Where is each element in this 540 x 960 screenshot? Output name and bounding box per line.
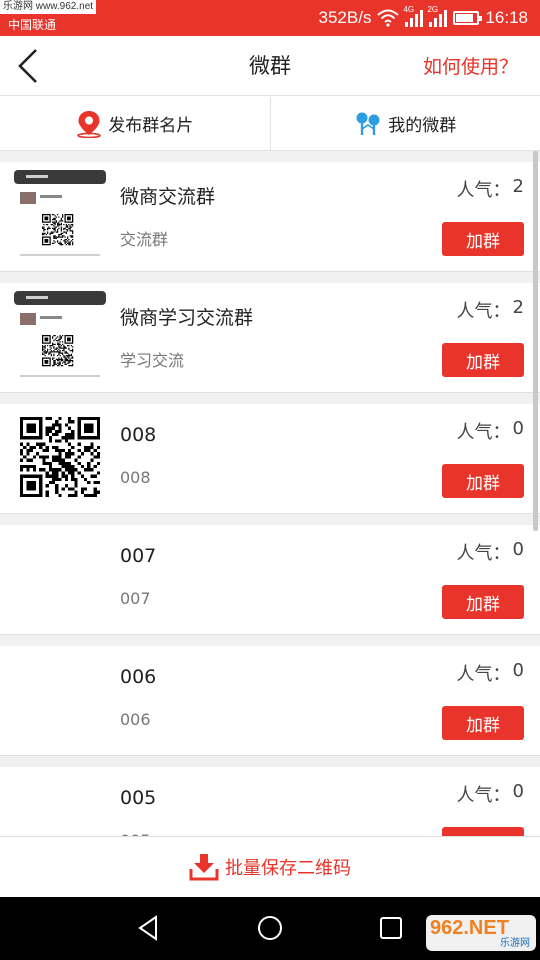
nav-home-icon[interactable] [255, 913, 285, 943]
popularity: 人气： 0 [457, 418, 524, 444]
popularity-label: 人气： [456, 180, 511, 201]
help-link[interactable]: 如何使用？ [423, 36, 518, 98]
group-description: 006 [120, 710, 151, 729]
system-nav-bar: 962.NET 乐游网 [0, 897, 540, 960]
status-icons: 352B/s 4G 2G 16:18 [319, 4, 528, 32]
group-description: 007 [120, 589, 151, 608]
clock: 16:18 [485, 8, 528, 27]
popularity-label: 人气： [456, 422, 511, 443]
group-list: 微商交流群 交流群 人气： 2 加群 微商学习交流群 学习交流 人气： 2 加群 [0, 151, 540, 836]
group-list-item[interactable]: 007 007 人气： 0 加群 [0, 525, 540, 635]
group-name: 005 [120, 787, 157, 809]
join-group-button[interactable]: 加群 [442, 827, 524, 836]
group-description: 008 [120, 468, 151, 487]
popularity-label: 人气： [456, 543, 511, 564]
batch-save-label: 批量保存二维码 [225, 858, 351, 879]
popularity-count: 0 [512, 781, 524, 802]
popularity-count: 0 [512, 660, 524, 681]
download-icon [189, 854, 219, 881]
group-card-thumbnail [14, 291, 106, 383]
group-name: 微商学习交流群 [120, 307, 254, 329]
nav-recents-icon[interactable] [376, 913, 406, 943]
join-group-button[interactable]: 加群 [442, 343, 524, 377]
group-card-thumbnail [14, 170, 106, 262]
list-gap [0, 151, 540, 162]
join-group-button[interactable]: 加群 [442, 222, 524, 256]
popularity-count: 2 [512, 176, 524, 197]
group-name: 006 [120, 666, 157, 688]
popularity-label: 人气： [456, 664, 511, 685]
group-list-item[interactable]: 微商学习交流群 学习交流 人气： 2 加群 [0, 283, 540, 393]
group-description: 学习交流 [120, 351, 185, 370]
join-group-button[interactable]: 加群 [442, 464, 524, 498]
tab-publish-label: 发布群名片 [108, 116, 194, 136]
list-gap [0, 635, 540, 646]
popularity-label: 人气： [456, 785, 511, 806]
wifi-icon [377, 9, 400, 27]
tab-my-groups[interactable]: 我的微群 [269, 97, 540, 150]
popularity: 人气： 2 [457, 176, 524, 202]
group-list-item[interactable]: 006 006 人气： 0 加群 [0, 646, 540, 756]
scrollbar[interactable] [533, 151, 538, 531]
tab-my-groups-label: 我的微群 [388, 116, 457, 136]
list-gap [0, 393, 540, 404]
group-name: 微商交流群 [120, 186, 216, 208]
popularity: 人气： 0 [457, 781, 524, 807]
network-speed: 352B/s [318, 8, 372, 27]
group-list-item[interactable]: 005 005 人气： 0 加群 [0, 767, 540, 836]
list-gap [0, 514, 540, 525]
group-list-item[interactable]: 008 008 人气： 0 加群 [0, 404, 540, 514]
group-list-item[interactable]: 微商交流群 交流群 人气： 2 加群 [0, 162, 540, 272]
nav-back-icon[interactable] [134, 913, 164, 943]
batch-save-qr-button[interactable]: 批量保存二维码 [0, 836, 540, 897]
app-header: 微群 如何使用？ [0, 36, 540, 96]
join-group-button[interactable]: 加群 [442, 706, 524, 740]
watermark-top: 乐游网 www.962.net [0, 0, 97, 14]
group-icon [356, 112, 380, 135]
popularity-label: 人气： [456, 301, 511, 322]
popularity: 人气： 2 [457, 297, 524, 323]
popularity: 人气： 0 [457, 660, 524, 686]
group-name: 008 [120, 424, 157, 446]
group-qr-thumbnail [14, 412, 106, 504]
group-name: 007 [120, 545, 157, 567]
tab-publish-card[interactable]: 发布群名片 [0, 97, 270, 150]
popularity-count: 0 [512, 418, 524, 439]
group-description: 交流群 [120, 230, 169, 249]
signal-2g-icon: 2G [427, 5, 448, 27]
carrier-name: 中国联通 [8, 18, 57, 32]
popularity-count: 0 [512, 539, 524, 560]
watermark-logo: 962.NET 乐游网 [426, 915, 536, 951]
popularity: 人气： 0 [457, 539, 524, 565]
signal-4g-icon: 4G [403, 5, 424, 27]
join-group-button[interactable]: 加群 [442, 585, 524, 619]
location-pin-icon [77, 110, 102, 138]
list-gap [0, 756, 540, 767]
list-gap [0, 272, 540, 283]
popularity-count: 2 [512, 297, 524, 318]
battery-icon [453, 11, 483, 25]
tab-bar: 发布群名片 我的微群 [0, 97, 540, 151]
